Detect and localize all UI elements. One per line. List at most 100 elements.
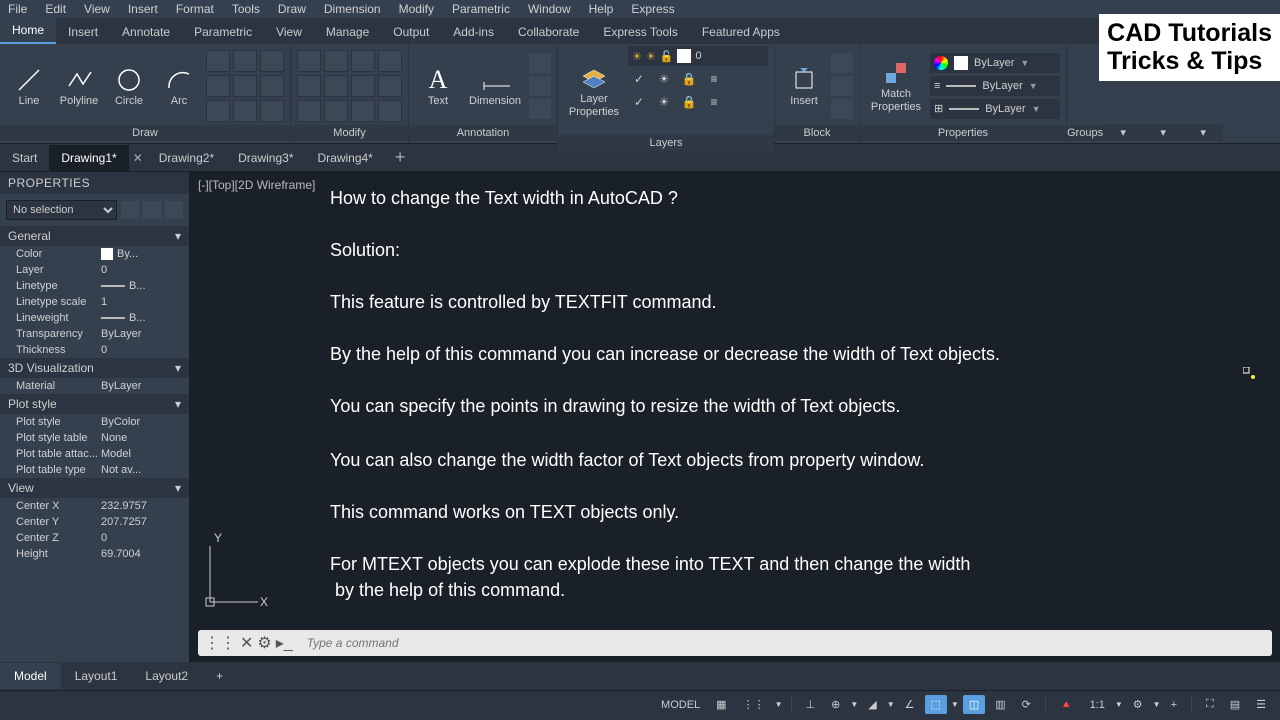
canvas-text[interactable]: This command works on TEXT objects only. — [330, 502, 679, 523]
status-snap-icon[interactable]: ⋮⋮ — [737, 695, 771, 714]
prop-cat-plot[interactable]: Plot style▾ — [0, 394, 189, 414]
status-otrack-icon[interactable]: ⬚ — [925, 695, 947, 714]
menu-file[interactable]: File — [8, 2, 27, 16]
ribbon-tab-output[interactable]: Output — [381, 20, 441, 44]
ribbon-tab-insert[interactable]: Insert — [56, 20, 110, 44]
ribbon-tab-parametric[interactable]: Parametric — [182, 20, 264, 44]
menu-format[interactable]: Format — [176, 2, 214, 16]
doc-tab-4[interactable]: Drawing4* — [305, 145, 384, 171]
canvas-text[interactable]: This feature is controlled by TEXTFIT co… — [330, 292, 716, 313]
menu-view[interactable]: View — [84, 2, 110, 16]
status-osnap-icon[interactable]: ∠ — [899, 695, 921, 714]
menu-modify[interactable]: Modify — [399, 2, 434, 16]
menu-express[interactable]: Express — [631, 2, 674, 16]
status-customize-icon[interactable]: ☰ — [1250, 695, 1272, 714]
prop-cat-general[interactable]: General▾ — [0, 226, 189, 246]
viewport-label[interactable]: [-][Top][2D Wireframe] — [198, 178, 315, 192]
prop-row[interactable]: Center Y207.7257 — [0, 514, 189, 530]
status-model[interactable]: MODEL — [655, 696, 706, 714]
new-layout-button[interactable]: + — [202, 663, 237, 689]
linetype-dropdown[interactable]: ⊞ByLayer▼ — [930, 99, 1060, 119]
canvas-text[interactable]: How to change the Text width in AutoCAD … — [330, 188, 678, 209]
cmd-customize-icon[interactable]: ⚙ — [257, 633, 271, 653]
status-transparency-icon[interactable]: ▥ — [989, 695, 1011, 714]
status-max-icon[interactable]: ⛶ — [1200, 695, 1220, 714]
status-clean-icon[interactable]: ▤ — [1224, 695, 1246, 714]
canvas-text[interactable]: by the help of this command. — [330, 580, 565, 601]
modify-tools[interactable] — [297, 50, 402, 122]
dimension-button[interactable]: Dimension — [465, 52, 525, 120]
status-grid-icon[interactable]: ▦ — [710, 695, 732, 714]
status-polar-icon[interactable]: ⊕ — [825, 695, 846, 714]
ribbon-tab-express-tools[interactable]: Express Tools — [591, 20, 689, 44]
text-button[interactable]: AText — [415, 52, 461, 120]
prop-row[interactable]: Center X232.9757 — [0, 498, 189, 514]
new-tab-button[interactable]: + — [385, 143, 416, 172]
prop-row[interactable]: Center Z0 — [0, 530, 189, 546]
menu-parametric[interactable]: Parametric — [452, 2, 510, 16]
polyline-button[interactable]: Polyline — [56, 52, 102, 120]
quick-select-icon[interactable] — [121, 201, 139, 219]
prop-row[interactable]: Linetype scale1 — [0, 294, 189, 310]
status-lwt-icon[interactable]: ◫ — [963, 695, 985, 714]
canvas-text[interactable]: By the help of this command you can incr… — [330, 344, 1000, 365]
layer-properties-button[interactable]: Layer Properties — [564, 57, 624, 125]
panel-draw-label[interactable]: Draw — [0, 125, 290, 141]
circle-button[interactable]: Circle — [106, 52, 152, 120]
canvas-text[interactable]: You can also change the width factor of … — [330, 450, 924, 471]
selection-dropdown[interactable]: No selection — [6, 200, 117, 220]
prop-row[interactable]: Layer0 — [0, 262, 189, 278]
prop-row[interactable]: TransparencyByLayer — [0, 326, 189, 342]
prop-row[interactable]: Plot style tableNone — [0, 430, 189, 446]
menu-help[interactable]: Help — [589, 2, 614, 16]
prop-row[interactable]: Height69.7004 — [0, 546, 189, 562]
ribbon-tab-home[interactable]: Home — [0, 18, 56, 44]
select-objects-icon[interactable] — [143, 201, 161, 219]
menu-insert[interactable]: Insert — [128, 2, 158, 16]
status-ortho-icon[interactable]: ⊥ — [800, 695, 822, 714]
panel-block-label[interactable]: Block — [775, 125, 859, 141]
panel-properties-label[interactable]: Properties — [860, 125, 1066, 141]
ribbon-tab-collaborate[interactable]: Collaborate — [506, 20, 591, 44]
prop-row[interactable]: Color By... — [0, 246, 189, 262]
doc-tab-1[interactable]: Drawing1* — [49, 145, 128, 171]
menu-dimension[interactable]: Dimension — [324, 2, 381, 16]
menu-tools[interactable]: Tools — [232, 2, 260, 16]
insert-button[interactable]: Insert — [781, 52, 827, 120]
line-button[interactable]: Line — [6, 52, 52, 120]
prop-row[interactable]: Lineweight B... — [0, 310, 189, 326]
prop-row[interactable]: Thickness0 — [0, 342, 189, 358]
doc-tab-2[interactable]: Drawing2* — [147, 145, 226, 171]
prop-row[interactable]: Linetype B... — [0, 278, 189, 294]
panel-extra-1[interactable]: ▾ — [1103, 124, 1143, 141]
cmd-close-icon[interactable]: ✕ — [240, 633, 253, 653]
command-input[interactable] — [299, 636, 1272, 650]
panel-annotation-label[interactable]: Annotation — [409, 125, 557, 141]
canvas-text[interactable]: You can specify the points in drawing to… — [330, 396, 900, 417]
prop-row[interactable]: Plot styleByColor — [0, 414, 189, 430]
panel-layers-label[interactable]: Layers — [558, 135, 774, 151]
doc-tab-3[interactable]: Drawing3* — [226, 145, 305, 171]
ribbon-tab-annotate[interactable]: Annotate — [110, 20, 182, 44]
color-dropdown[interactable]: ByLayer▼ — [930, 53, 1060, 73]
prop-row[interactable]: Plot table attac...Model — [0, 446, 189, 462]
status-annoscale-icon[interactable]: 🔺 — [1054, 695, 1080, 714]
panel-groups-label[interactable]: Groups — [1067, 125, 1103, 141]
ribbon-tab-manage[interactable]: Manage — [314, 20, 381, 44]
menu-edit[interactable]: Edit — [45, 2, 66, 16]
drawing-canvas[interactable]: [-][Top][2D Wireframe] How to change the… — [190, 172, 1280, 662]
ribbon-tab-view[interactable]: View — [264, 20, 314, 44]
canvas-text[interactable]: Solution: — [330, 240, 400, 261]
doc-tab-0[interactable]: Start — [0, 145, 49, 171]
panel-modify-label[interactable]: Modify — [291, 125, 408, 141]
panel-extra-2[interactable]: ▾ — [1143, 124, 1183, 141]
lineweight-dropdown[interactable]: ≡ByLayer▼ — [930, 76, 1060, 96]
ribbon-tab-featured-apps[interactable]: Featured Apps — [690, 20, 792, 44]
panel-extra-3[interactable]: ▾ — [1183, 124, 1223, 141]
layer-tools[interactable]: ✓☀🔒≡✓☀🔒≡ — [628, 69, 768, 135]
prop-cat-viz[interactable]: 3D Visualization▾ — [0, 358, 189, 378]
status-gear-icon[interactable]: ⚙ — [1127, 695, 1149, 714]
command-line[interactable]: ⋮⋮✕⚙▸_ — [198, 630, 1272, 656]
status-scale[interactable]: 1:1 — [1084, 696, 1111, 714]
ribbon-tab-add-ins[interactable]: Add-ins — [441, 20, 506, 44]
